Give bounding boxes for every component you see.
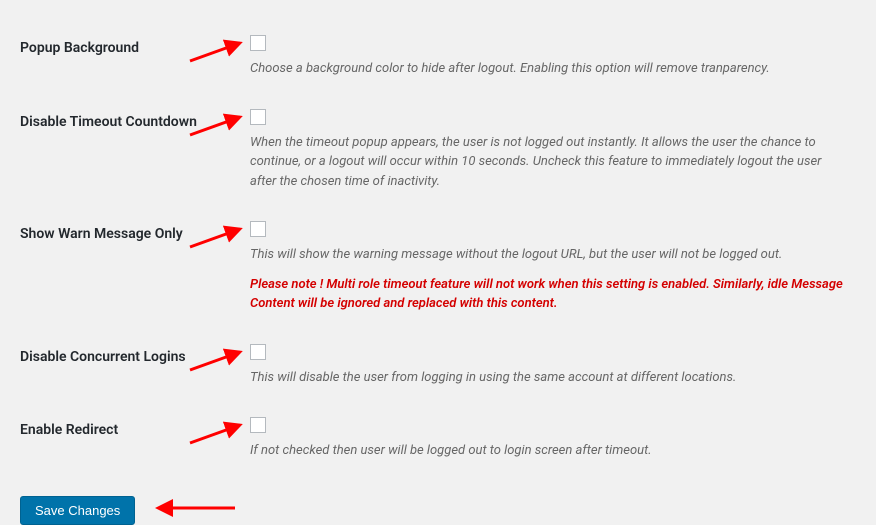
row-disable-timeout: Disable Timeout Countdown When the timeo… [20,94,856,207]
settings-table: Popup Background Choose a background col… [20,20,856,476]
desc-enable-redirect: If not checked then user will be logged … [250,441,846,461]
arrow-icon [150,498,240,518]
settings-form-wrap: Popup Background Choose a background col… [0,0,876,521]
desc-disable-concurrent: This will disable the user from logging … [250,368,846,388]
warning-show-warn: Please note ! Multi role timeout feature… [250,275,846,314]
row-show-warn: Show Warn Message Only This will show th… [20,206,856,329]
checkbox-show-warn[interactable] [250,221,266,237]
label-popup-background: Popup Background [20,20,240,94]
desc-popup-background: Choose a background color to hide after … [250,59,846,79]
label-show-warn: Show Warn Message Only [20,206,240,329]
label-enable-redirect: Enable Redirect [20,402,240,476]
desc-disable-timeout: When the timeout popup appears, the user… [250,133,846,192]
checkbox-popup-background[interactable] [250,35,266,51]
row-popup-background: Popup Background Choose a background col… [20,20,856,94]
row-disable-concurrent: Disable Concurrent Logins This will disa… [20,329,856,403]
label-disable-concurrent: Disable Concurrent Logins [20,329,240,403]
save-changes-button[interactable]: Save Changes [20,496,135,525]
row-enable-redirect: Enable Redirect If not checked then user… [20,402,856,476]
checkbox-disable-concurrent[interactable] [250,344,266,360]
checkbox-disable-timeout[interactable] [250,109,266,125]
desc-show-warn: This will show the warning message witho… [250,245,846,265]
label-disable-timeout: Disable Timeout Countdown [20,94,240,207]
checkbox-enable-redirect[interactable] [250,417,266,433]
